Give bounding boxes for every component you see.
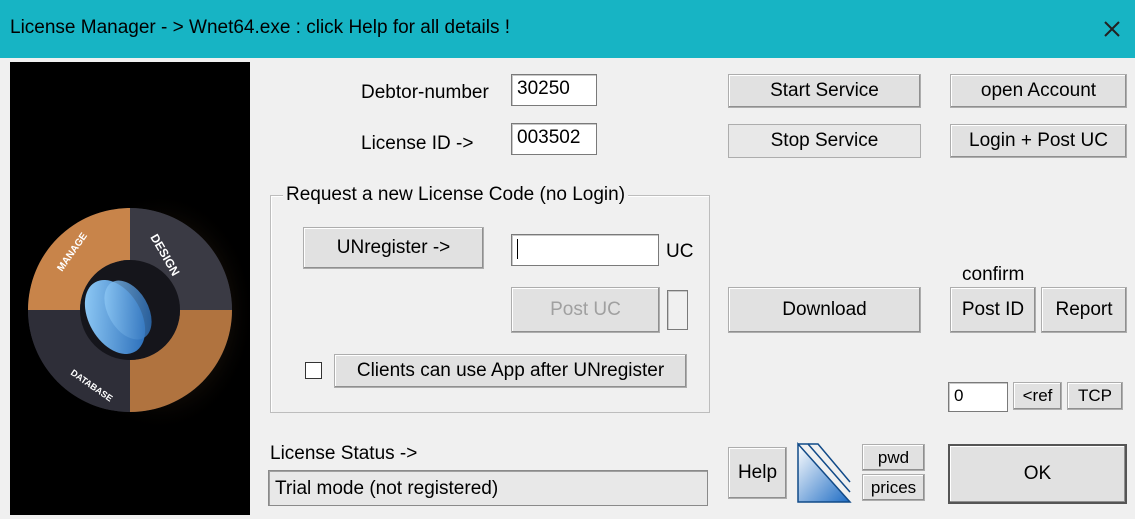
help-button[interactable]: Help [728, 447, 787, 499]
report-button[interactable]: Report [1041, 287, 1127, 333]
uc-input[interactable] [511, 234, 659, 266]
confirm-label: confirm [962, 264, 1025, 285]
ok-button[interactable]: OK [948, 444, 1127, 504]
ref-button[interactable]: <ref [1013, 382, 1062, 410]
post-id-button[interactable]: Post ID [950, 287, 1036, 333]
license-status-label: License Status -> [270, 443, 418, 464]
request-license-group-title: Request a new License Code (no Login) [283, 184, 629, 206]
pwd-button[interactable]: pwd [862, 444, 925, 471]
ref-field[interactable]: 0 [948, 382, 1008, 412]
clients-can-use-app-checkbox[interactable] [305, 362, 322, 379]
unregister-button[interactable]: UNregister -> [303, 227, 484, 269]
brand-logo-icon [797, 442, 852, 503]
license-status-field: Trial mode (not registered) [268, 470, 708, 506]
close-icon[interactable] [1095, 12, 1129, 46]
uc-label: UC [666, 241, 694, 262]
gear-wheel-logo-icon: MANAGE DESIGN DATABASE [28, 192, 250, 432]
login-post-uc-button[interactable]: Login + Post UC [950, 124, 1127, 158]
product-logo: MANAGE DESIGN DATABASE [10, 62, 250, 515]
tcp-button[interactable]: TCP [1067, 382, 1123, 410]
stop-service-button[interactable]: Stop Service [728, 124, 921, 158]
start-service-button[interactable]: Start Service [728, 74, 921, 108]
license-id-field[interactable]: 003502 [511, 123, 597, 155]
prices-button[interactable]: prices [862, 474, 925, 501]
open-account-button[interactable]: open Account [950, 74, 1127, 108]
download-button[interactable]: Download [728, 287, 921, 333]
clients-can-use-app-button[interactable]: Clients can use App after UNregister [334, 354, 687, 388]
text-caret [517, 238, 518, 259]
post-uc-indicator [667, 290, 688, 330]
window-title: License Manager - > Wnet64.exe : click H… [10, 17, 511, 38]
debtor-number-field[interactable]: 30250 [511, 74, 597, 106]
license-id-label: License ID -> [361, 133, 474, 154]
title-bar: License Manager - > Wnet64.exe : click H… [0, 0, 1135, 58]
debtor-number-label: Debtor-number [361, 82, 489, 103]
post-uc-button[interactable]: Post UC [511, 287, 660, 333]
